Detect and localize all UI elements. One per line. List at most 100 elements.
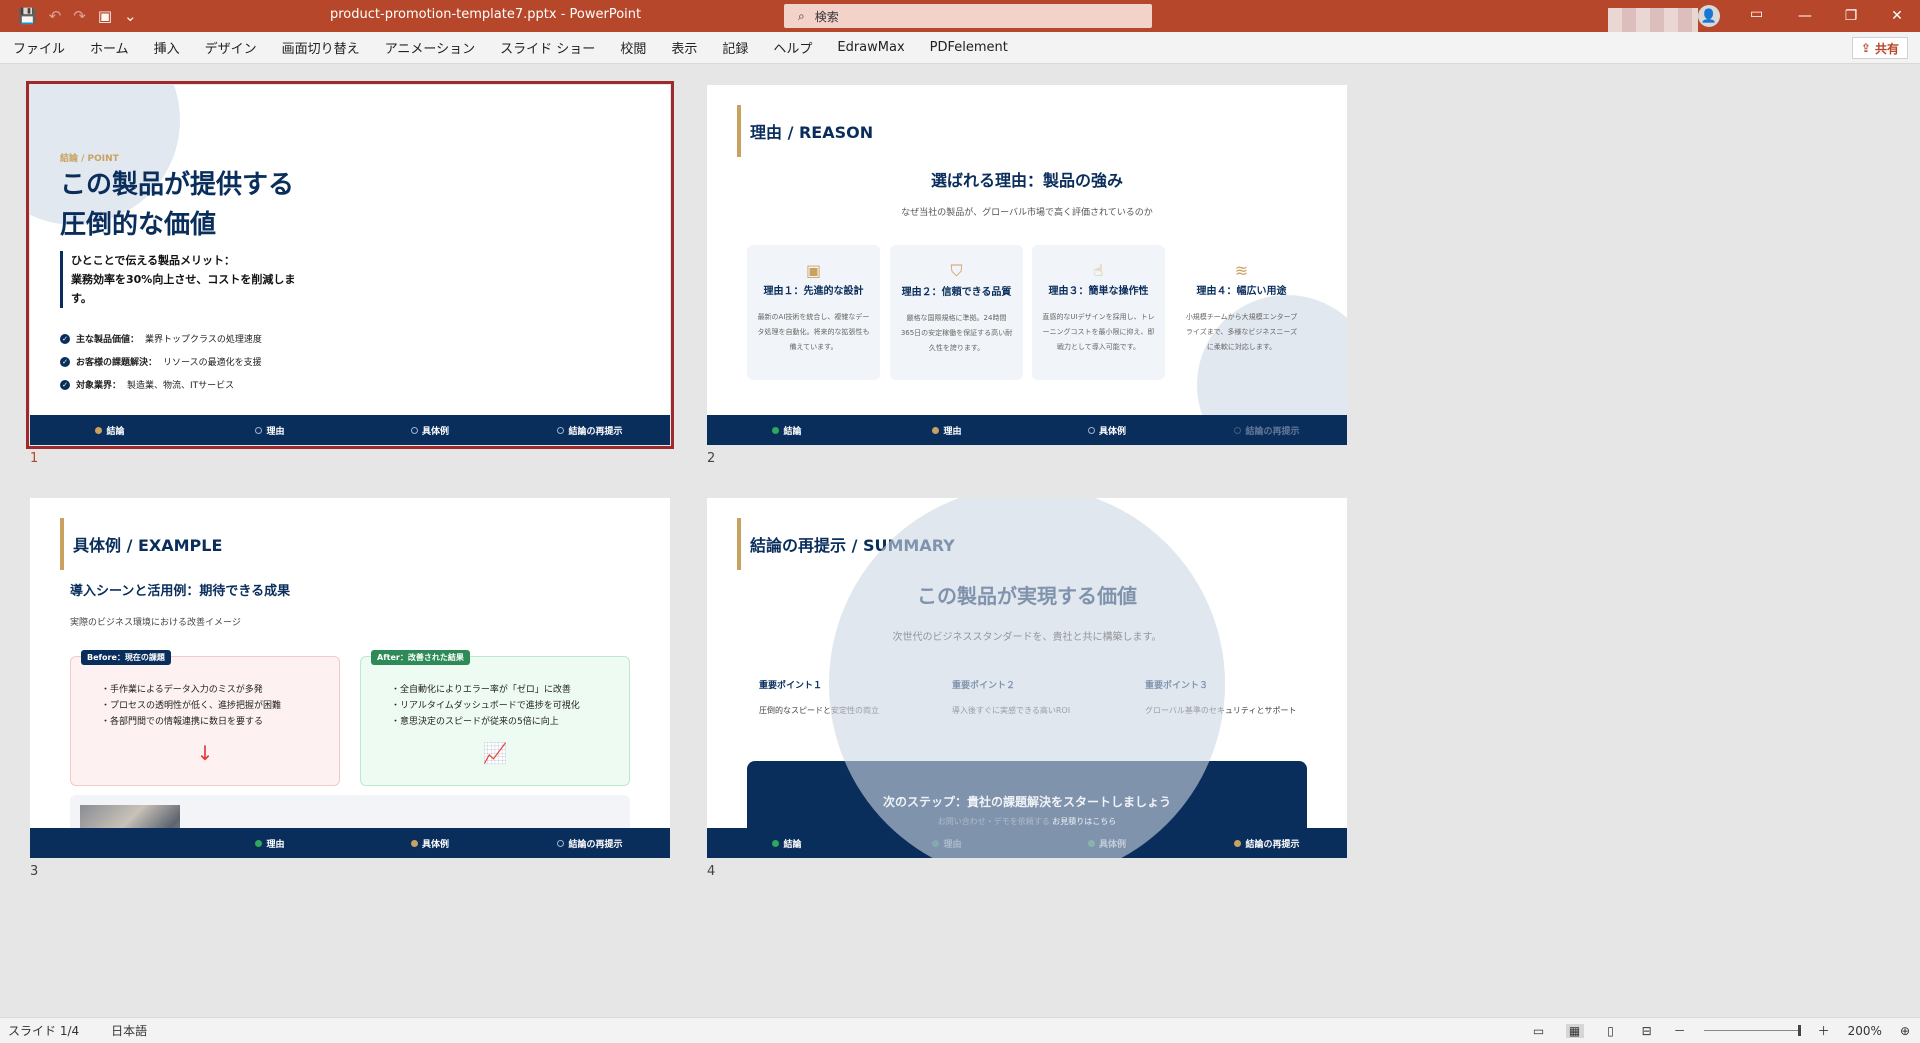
search-placeholder: 検索 <box>814 9 839 24</box>
restore-icon[interactable]: ❐ <box>1828 8 1874 24</box>
section-heading: 具体例 / EXAMPLE <box>60 518 222 570</box>
slide-number-2: 2 <box>707 451 716 466</box>
language-indicator[interactable]: 日本語 <box>111 1022 147 1039</box>
menu-transitions[interactable]: 画面切り替え <box>282 38 360 57</box>
menu-slideshow[interactable]: スライド ショー <box>500 38 595 57</box>
nav-item-example: 具体例 <box>1027 837 1187 850</box>
avatar[interactable]: 👤 <box>1698 5 1720 27</box>
nav-item-example: 具体例 <box>350 424 510 437</box>
layers-icon: ≋ <box>1234 261 1249 280</box>
check-dot-icon <box>1087 839 1095 847</box>
status-bar: スライド 1/4 日本語 ▭ ▦ ▯ ⊟ － ＋ 200% ⊕ <box>0 1017 1920 1043</box>
list-item: ・プロセスの透明性が低く、進捗把握が困難 <box>101 701 282 711</box>
list-item: ・各部門間での情報連携に数日を要する <box>101 717 264 727</box>
menu-help[interactable]: ヘルプ <box>773 38 812 57</box>
hand-pointer-icon: ☝ <box>1093 261 1104 280</box>
menu-record[interactable]: 記録 <box>722 38 748 57</box>
ribbon-display-icon[interactable]: ▭ <box>1750 6 1763 22</box>
slide-number-3: 3 <box>30 864 39 879</box>
menu-home[interactable]: ホーム <box>90 38 129 57</box>
slide1-points: ✓ 主な製品価値： 業界トップクラスの処理速度 ✓ お客様の課題解決： リソースの最適化… <box>60 327 262 396</box>
zoom-in-button[interactable]: ＋ <box>1818 1022 1830 1039</box>
minimize-icon[interactable]: — <box>1782 8 1828 24</box>
slide1-quote: ひとことで伝える製品メリット： 業務効率を30%向上させ、コストを削減しま す。 <box>60 251 310 308</box>
chart-up-icon: 📈 <box>482 741 508 765</box>
zoom-slider[interactable] <box>1703 1025 1801 1036</box>
check-icon: ✓ <box>60 356 70 367</box>
menu-animations[interactable]: アニメーション <box>385 38 475 57</box>
section-heading: 理由 / REASON <box>737 105 873 157</box>
cta-subtitle: お問い合わせ・デモを依頼する お見積りはこちら <box>937 817 1117 826</box>
slide-sorter-icon[interactable]: ▦ <box>1565 1023 1584 1038</box>
share-icon: ⇪ <box>1860 41 1871 55</box>
menu-design[interactable]: デザイン <box>205 38 257 57</box>
slide-counter[interactable]: スライド 1/4 <box>8 1022 79 1039</box>
slide2-subtitle: なぜ当社の製品が、グローバル市場で高く評価されているのか <box>901 208 1153 218</box>
check-dot-icon <box>772 839 780 847</box>
slide-thumbnail-4[interactable]: 結論の再提示 / SUMMARY この製品が実現する価値 次世代のビジネススタン… <box>707 498 1347 858</box>
before-label: Before：現在の課題 <box>81 650 171 665</box>
active-dot-icon <box>1234 839 1242 847</box>
slide1-headline: この製品が提供する 圧倒的な価値 <box>60 170 295 240</box>
title-bar: 💾 ↶ ↷ ▣ ⌄ product-promotion-template7.pp… <box>0 0 1920 36</box>
slide3-title: 導入シーンと活用例：期待できる成果 <box>70 584 291 599</box>
slide-nav-bar: 結論 理由 具体例 結論の再提示 <box>707 828 1347 858</box>
list-item: ・意思決定のスピードが従来の5倍に向上 <box>391 717 559 727</box>
key-point: 重要ポイント３ グローバル基準のセキュリティとサポート <box>1145 681 1297 715</box>
slide1-tag: 結論 / POINT <box>60 154 119 164</box>
share-button[interactable]: ⇪ 共有 <box>1851 37 1908 59</box>
nav-item-summary: 結論の再提示 <box>1187 424 1347 437</box>
undo-icon[interactable]: ↶ <box>49 7 62 25</box>
cta-title: 次のステップ：貴社の課題解決をスタートしましょう <box>882 795 1171 809</box>
reading-view-icon[interactable]: ▯ <box>1602 1024 1620 1038</box>
slide3-subtitle: 実際のビジネス環境における改善イメージ <box>70 618 241 628</box>
shield-icon: ⛉ <box>950 261 963 280</box>
slide-nav-bar: 結論 理由 具体例 結論の再提示 <box>30 828 670 858</box>
check-dot-icon <box>932 839 940 847</box>
redo-icon[interactable]: ↷ <box>73 7 86 25</box>
menu-edrawmax[interactable]: EdrawMax <box>837 40 904 55</box>
list-item: ✓ 主な製品価値： 業界トップクラスの処理速度 <box>60 327 262 350</box>
quick-access-toolbar: 💾 ↶ ↷ ▣ ⌄ <box>0 7 137 25</box>
save-icon[interactable]: 💾 <box>18 7 37 25</box>
fit-to-window-icon[interactable]: ⊕ <box>1900 1024 1910 1038</box>
nav-item-point: 結論 <box>707 424 867 437</box>
key-point: 重要ポイント２ 導入後すぐに実感できる高いROI <box>952 681 1071 715</box>
nav-item-reason: 理由 <box>190 424 350 437</box>
search-box[interactable]: ⌕ 検索 <box>784 4 1152 28</box>
slide-thumbnail-2[interactable]: 理由 / REASON 選ばれる理由：製品の強み なぜ当社の製品が、グローバル市… <box>707 85 1347 445</box>
check-icon: ✓ <box>60 379 70 390</box>
menu-insert[interactable]: 挿入 <box>154 38 180 57</box>
zoom-level[interactable]: 200% <box>1848 1024 1882 1038</box>
present-icon[interactable]: ▣ <box>98 7 112 25</box>
list-item: ・全自動化によりエラー率が「ゼロ」に改善 <box>391 685 571 695</box>
check-dot-icon <box>95 840 102 847</box>
slide-nav-bar: 結論 理由 具体例 結論の再提示 <box>30 415 670 445</box>
slideshow-view-icon[interactable]: ⊟ <box>1638 1024 1656 1038</box>
menu-review[interactable]: 校閲 <box>620 38 646 57</box>
menu-pdfelement[interactable]: PDFelement <box>930 40 1008 55</box>
nav-item-summary: 結論の再提示 <box>510 837 670 850</box>
list-item: ✓ お客様の課題解決： リソースの最適化を支援 <box>60 350 262 373</box>
slide-thumbnail-1[interactable]: 結論 / POINT この製品が提供する 圧倒的な価値 ひとことで伝える製品メリ… <box>26 81 674 449</box>
window-controls: — ❐ ✕ <box>1782 0 1920 32</box>
menu-view[interactable]: 表示 <box>671 38 697 57</box>
nav-item-reason: 理由 <box>867 424 1027 437</box>
slide2-title: 選ばれる理由：製品の強み <box>930 171 1123 190</box>
customize-qat-icon[interactable]: ⌄ <box>124 7 137 25</box>
normal-view-icon[interactable]: ▭ <box>1530 1024 1548 1038</box>
check-dot-icon <box>255 839 263 847</box>
list-item: ✓ 対象業界： 製造業、物流、ITサービス <box>60 373 262 396</box>
close-icon[interactable]: ✕ <box>1874 8 1920 24</box>
active-dot-icon <box>410 839 418 847</box>
reason-card: ☝ 理由３：簡単な操作性 直感的なUIデザインを採用し、トレーニングコストを最小… <box>1032 245 1165 380</box>
slide-thumbnail-3[interactable]: 具体例 / EXAMPLE 導入シーンと活用例：期待できる成果 実際のビジネス環… <box>30 498 670 858</box>
list-item: ・リアルタイムダッシュボードで進捗を可視化 <box>391 701 580 711</box>
active-dot-icon <box>95 426 103 434</box>
chip-icon: ▣ <box>805 261 822 280</box>
slide-nav-bar: 結論 理由 具体例 結論の再提示 <box>707 415 1347 445</box>
menu-file[interactable]: ファイル <box>13 38 65 57</box>
slide-number-1: 1 <box>30 451 39 466</box>
slide-number-4: 4 <box>707 864 716 879</box>
zoom-out-button[interactable]: － <box>1674 1022 1686 1039</box>
